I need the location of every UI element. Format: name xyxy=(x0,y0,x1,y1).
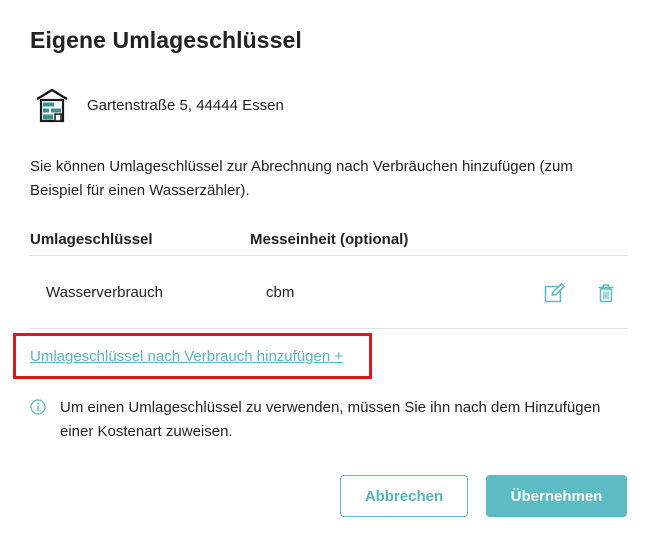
row-unit: cbm xyxy=(266,284,295,301)
confirm-button[interactable]: Übernehmen xyxy=(486,475,627,517)
info-icon xyxy=(30,399,46,415)
house-icon xyxy=(36,88,68,123)
row-key: Wasserverbrauch xyxy=(46,284,163,301)
trash-icon[interactable] xyxy=(597,283,615,303)
property-address: Gartenstraße 5, 44444 Essen xyxy=(87,96,284,114)
dialog-title: Eigene Umlageschlüssel xyxy=(30,27,302,53)
dialog: Eigene Umlageschlüssel Gartenstraße 5, 4… xyxy=(0,0,661,545)
table-row: Wasserverbrauch cbm xyxy=(30,256,628,328)
add-allocation-key-link[interactable]: Umlageschlüssel nach Verbrauch hinzufüge… xyxy=(30,348,343,365)
cancel-button[interactable]: Abbrechen xyxy=(340,475,468,517)
table-header: Umlageschlüssel Messeinheit (optional) xyxy=(30,231,628,255)
table-bottom-divider xyxy=(30,328,628,329)
info-text: Um einen Umlageschlüssel zu verwenden, m… xyxy=(60,399,601,440)
column-header-key: Umlageschlüssel xyxy=(30,231,153,248)
column-header-unit: Messeinheit (optional) xyxy=(250,231,409,248)
edit-icon[interactable] xyxy=(544,283,566,303)
property-info: Gartenstraße 5, 44444 Essen xyxy=(35,87,284,123)
dialog-description: Sie können Umlageschlüssel zur Abrechnun… xyxy=(30,158,573,199)
